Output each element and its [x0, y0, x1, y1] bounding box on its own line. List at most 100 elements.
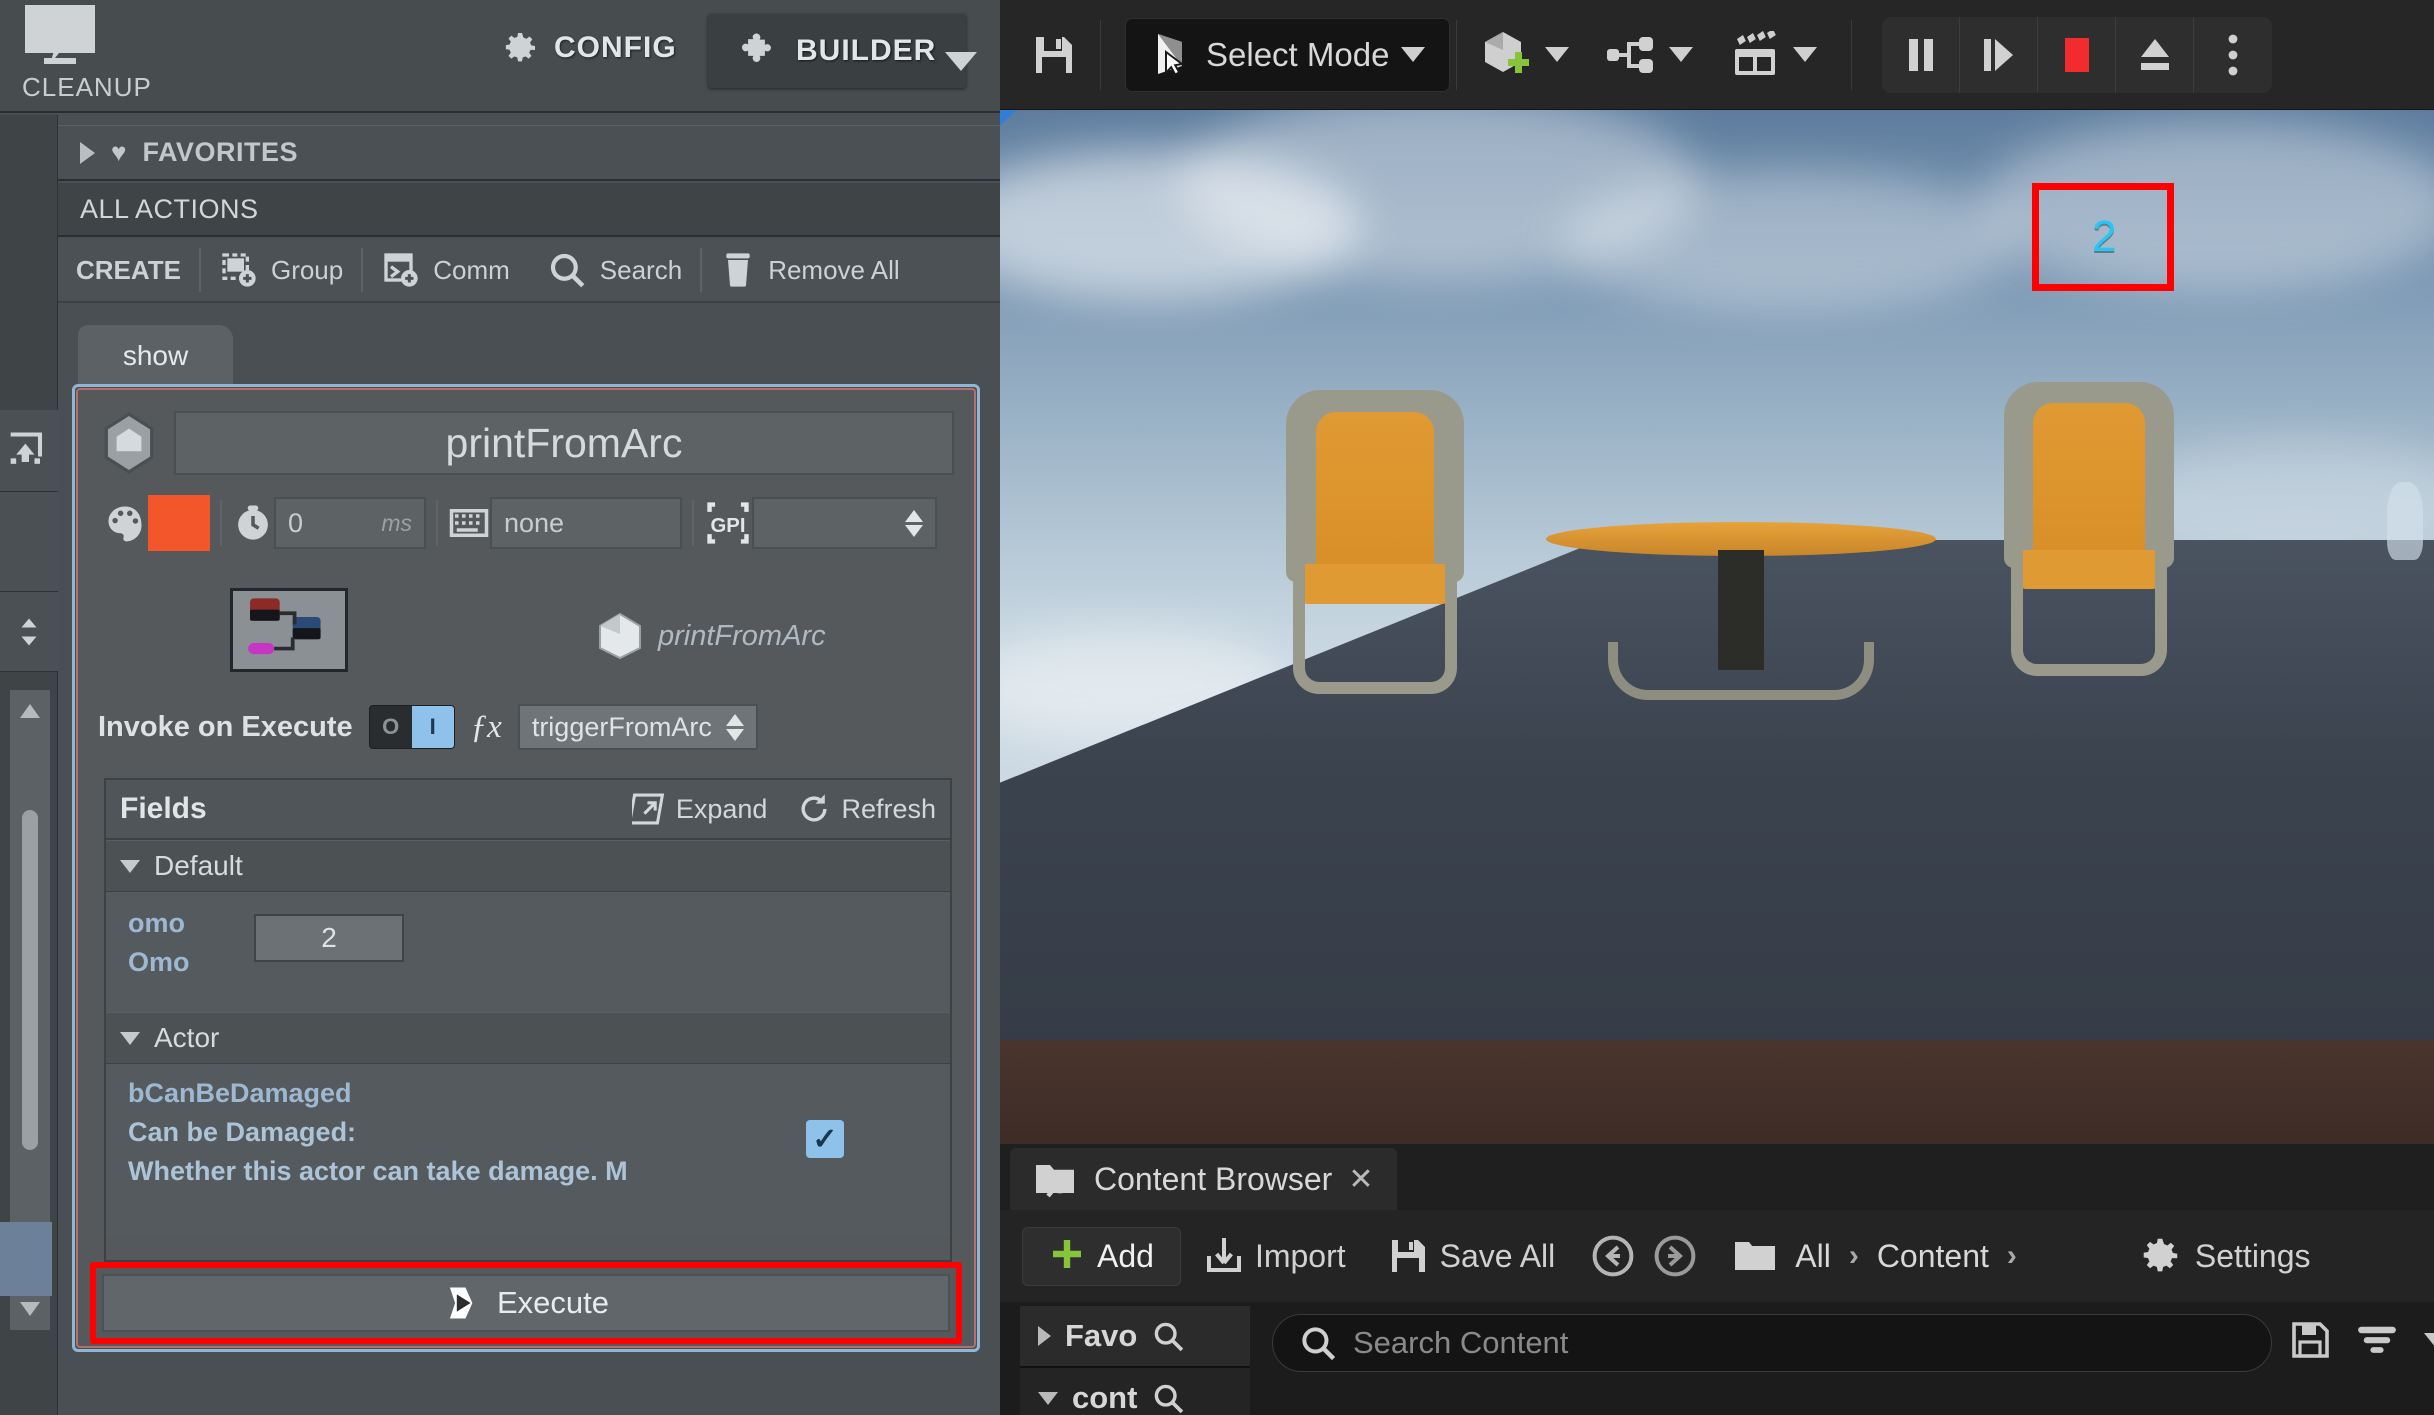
triangle-right-icon — [80, 141, 95, 164]
filter-icon[interactable] — [2356, 1323, 2398, 1357]
stop-icon — [2059, 34, 2095, 76]
refresh-button[interactable]: Refresh — [797, 792, 936, 826]
section-name-default: Default — [154, 850, 243, 881]
pause-button[interactable] — [1882, 16, 1961, 93]
content-browser-body: Favo cont Search Content — [1000, 1302, 2434, 1415]
scroll-down-arrow-icon[interactable] — [20, 1302, 40, 1316]
plugin-header: CLEANUP CONFIG BUILDER — [0, 0, 1000, 113]
arrow-left-circle-icon[interactable] — [1591, 1234, 1635, 1278]
invoke-toggle[interactable]: O I — [368, 705, 455, 749]
gpi-icon: GPI — [704, 500, 752, 546]
search-icon-3[interactable] — [1151, 1381, 1185, 1415]
chevron-down-icon-3 — [1669, 47, 1694, 62]
execute-label: Execute — [496, 1285, 609, 1320]
heart-icon: ♥ — [111, 137, 127, 167]
breadcrumb-item-content[interactable]: Content — [1877, 1238, 1989, 1275]
stop-button[interactable] — [2038, 16, 2117, 93]
scrollbar-thumb[interactable] — [22, 810, 38, 1150]
save-all-button[interactable]: Save All — [1370, 1236, 1574, 1276]
close-x-icon[interactable]: ✕ — [1348, 1162, 1373, 1197]
tab-builder[interactable]: BUILDER — [708, 14, 967, 88]
action-node-card[interactable]: printFromArc 0 ms none GPI printFromArc … — [76, 388, 976, 1348]
puzzle-icon — [738, 30, 782, 72]
import-button[interactable]: Import — [1187, 1236, 1364, 1276]
prop-display-omo: Omo — [128, 947, 190, 978]
gpi-select[interactable] — [752, 497, 937, 549]
triangle-right-icon-2 — [1038, 1326, 1051, 1346]
editor-toolbar: Select Mode — [1000, 0, 2434, 110]
node-thumbnail[interactable] — [230, 588, 348, 672]
save-icon-2 — [1388, 1236, 1428, 1276]
plus-icon — [1049, 1238, 1085, 1274]
execute-button[interactable]: Execute — [102, 1274, 950, 1332]
toggle-on-option[interactable]: I — [411, 706, 454, 748]
more-options-button[interactable] — [2194, 17, 2272, 93]
level-viewport[interactable] — [1000, 110, 2434, 1144]
caret-down-icon[interactable] — [945, 52, 977, 71]
command-add-icon — [381, 250, 421, 290]
node-properties-row: 0 ms none GPI — [102, 494, 962, 552]
invoke-on-execute-label: Invoke on Execute — [98, 710, 353, 743]
select-spinner-icon[interactable] — [725, 713, 744, 741]
play-controls-group — [1882, 16, 2273, 93]
omo-value-input[interactable]: 2 — [254, 914, 404, 962]
favorites-section-header[interactable]: ♥ FAVORITES — [58, 125, 1000, 181]
eject-button[interactable] — [2116, 16, 2195, 93]
content-browser-tab[interactable]: Content Browser ✕ — [1010, 1148, 1398, 1210]
content-row-label: cont — [1072, 1380, 1138, 1415]
save-button[interactable] — [1014, 19, 1094, 91]
frame-step-button[interactable] — [1960, 16, 2039, 93]
execute-play-icon — [443, 1284, 481, 1322]
breadcrumb-item-all[interactable]: All — [1795, 1238, 1831, 1275]
eject-icon — [2136, 35, 2174, 75]
settings-label: Settings — [2194, 1237, 2311, 1274]
select-mode-button[interactable]: Select Mode — [1125, 17, 1451, 92]
search-icon-2[interactable] — [1151, 1319, 1185, 1353]
app-logo: CLEANUP — [22, 4, 151, 103]
add-actor-button[interactable] — [1463, 19, 1587, 91]
create-command-button[interactable]: Comm — [363, 239, 528, 301]
section-body-actor: bCanBeDamaged Can be Damaged: Whether th… — [106, 1064, 950, 1236]
group-add-icon — [219, 250, 259, 290]
clock-icon — [232, 502, 274, 544]
expand-button[interactable]: Expand — [631, 792, 767, 826]
caret-down-icon-2 — [120, 1031, 140, 1045]
cinematics-button[interactable] — [1711, 19, 1835, 91]
spinner-icon[interactable] — [905, 509, 923, 537]
content-row[interactable]: cont — [1020, 1368, 1250, 1415]
palette-icon[interactable] — [102, 501, 148, 545]
remove-all-button[interactable]: Remove All — [702, 239, 918, 301]
node-color-swatch[interactable] — [148, 495, 210, 551]
list-item-selected-chip[interactable] — [0, 1222, 52, 1296]
chevron-down-icon-5[interactable] — [2424, 1332, 2434, 1348]
create-group-button[interactable]: Group — [201, 239, 361, 301]
function-select[interactable]: triggerFromArc — [517, 704, 758, 750]
rail-collapse-button[interactable] — [0, 410, 58, 492]
settings-button[interactable]: Settings — [2119, 1233, 2329, 1279]
delay-input[interactable]: 0 ms — [274, 497, 426, 549]
rail-blank-button[interactable] — [0, 492, 58, 592]
shortcut-input[interactable]: none — [490, 497, 682, 549]
scroll-up-arrow-icon[interactable] — [20, 704, 40, 718]
gear-icon-2 — [2137, 1233, 2183, 1279]
tab-show[interactable]: show — [78, 325, 233, 387]
omo-value: 2 — [321, 922, 337, 953]
create-search-button[interactable]: Search — [528, 239, 700, 301]
section-body-default: omo Omo 2 — [106, 892, 950, 1012]
can-be-damaged-checkbox[interactable]: ✓ — [806, 1120, 844, 1158]
section-header-default[interactable]: Default — [106, 840, 950, 892]
node-title-text: printFromArc — [445, 419, 683, 466]
search-content-input[interactable]: Search Content — [1272, 1314, 2272, 1372]
toggle-off-option[interactable]: O — [370, 706, 412, 748]
tab-builder-label: BUILDER — [796, 34, 937, 67]
import-label: Import — [1254, 1237, 1346, 1274]
arrow-right-circle-icon[interactable] — [1653, 1234, 1697, 1278]
section-header-actor[interactable]: Actor — [106, 1012, 950, 1064]
blueprints-button[interactable] — [1587, 19, 1711, 91]
save-icon-3[interactable] — [2290, 1320, 2330, 1360]
node-title-input[interactable]: printFromArc — [174, 411, 954, 475]
tab-config[interactable]: CONFIG — [500, 28, 677, 68]
rail-resize-button[interactable] — [0, 592, 58, 672]
favorites-row[interactable]: Favo — [1020, 1306, 1250, 1368]
add-button[interactable]: Add — [1022, 1226, 1181, 1286]
